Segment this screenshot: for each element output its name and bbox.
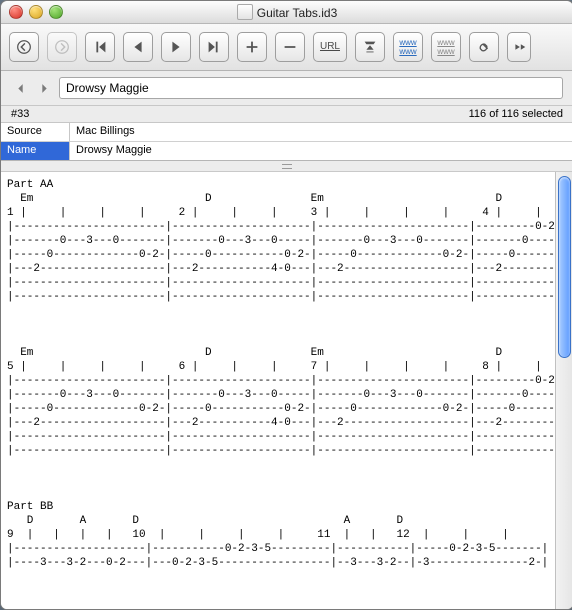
meta-label-name[interactable]: Name xyxy=(1,142,70,160)
url-button[interactable]: URL xyxy=(313,32,347,62)
www-link-button[interactable]: wwwwww xyxy=(393,32,423,62)
search-input[interactable] xyxy=(59,77,563,99)
download-button[interactable] xyxy=(355,32,385,62)
meta-panel: Source Mac Billings Name Drowsy Maggie xyxy=(1,123,572,161)
meta-row-source: Source Mac Billings xyxy=(1,123,572,141)
link-button[interactable] xyxy=(469,32,499,62)
url-label: URL xyxy=(320,42,340,52)
splitter-handle[interactable] xyxy=(1,161,572,172)
forward-button[interactable] xyxy=(47,32,77,62)
search-next-button[interactable] xyxy=(35,79,53,97)
search-prev-button[interactable] xyxy=(11,79,29,97)
www-gray-button[interactable]: wwwwww xyxy=(431,32,461,62)
selection-count: 116 of 116 selected xyxy=(469,108,563,120)
first-record-button[interactable] xyxy=(85,32,115,62)
toolbar-overflow-button[interactable] xyxy=(507,32,531,62)
add-button[interactable] xyxy=(237,32,267,62)
document-icon xyxy=(237,4,253,20)
meta-value-name[interactable]: Drowsy Maggie xyxy=(70,142,572,160)
meta-value-source[interactable]: Mac Billings xyxy=(70,123,572,141)
prev-record-button[interactable] xyxy=(123,32,153,62)
window-title-text: Guitar Tabs.id3 xyxy=(257,6,338,20)
remove-button[interactable] xyxy=(275,32,305,62)
content-area: Part AA Em D Em D 1 | | | | 2 | | | 3 | … xyxy=(1,172,572,610)
vertical-scrollbar[interactable] xyxy=(555,172,572,610)
back-button[interactable] xyxy=(9,32,39,62)
tab-text: Part AA Em D Em D 1 | | | | 2 | | | 3 | … xyxy=(1,172,555,572)
meta-row-name: Name Drowsy Maggie xyxy=(1,141,572,160)
window-title: Guitar Tabs.id3 xyxy=(1,4,572,20)
last-record-button[interactable] xyxy=(199,32,229,62)
status-bar: #33 116 of 116 selected xyxy=(1,105,572,123)
toolbar: URL wwwwww wwwwww xyxy=(1,24,572,71)
next-record-button[interactable] xyxy=(161,32,191,62)
tab-viewer[interactable]: Part AA Em D Em D 1 | | | | 2 | | | 3 | … xyxy=(1,172,556,610)
search-row xyxy=(1,71,572,105)
record-index: #33 xyxy=(11,108,29,120)
grip-icon xyxy=(282,164,292,169)
window: Guitar Tabs.id3 URL wwwwww wwwwww #33 11… xyxy=(0,0,572,610)
meta-label-source[interactable]: Source xyxy=(1,123,70,141)
scroll-thumb[interactable] xyxy=(558,176,571,358)
titlebar: Guitar Tabs.id3 xyxy=(1,1,572,24)
